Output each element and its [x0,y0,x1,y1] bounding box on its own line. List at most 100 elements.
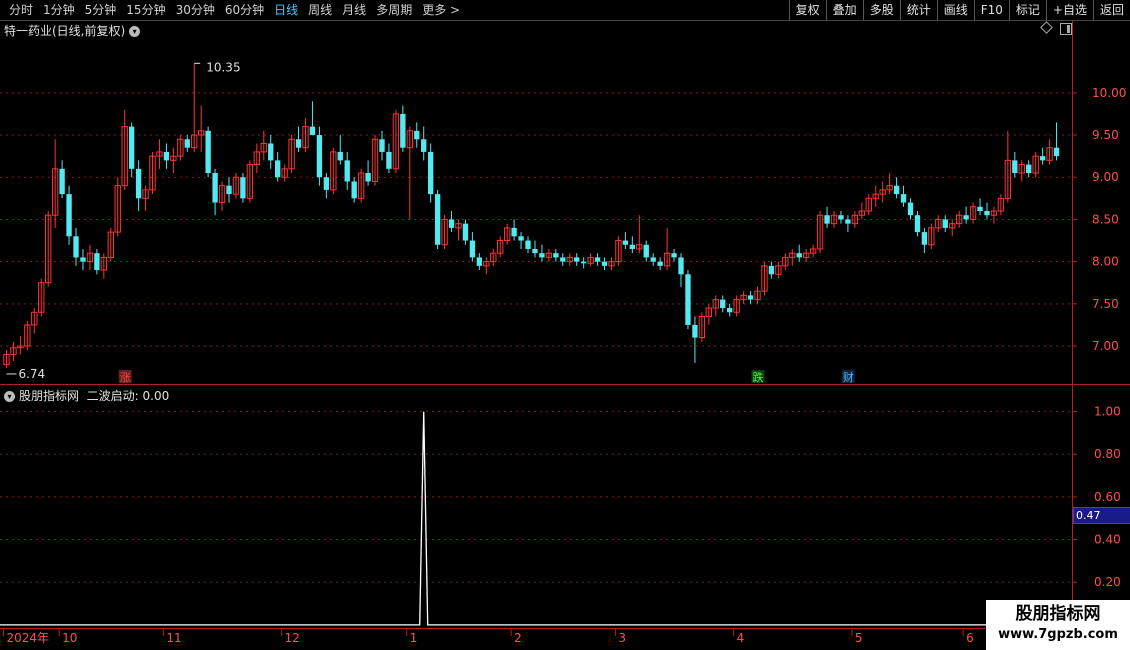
indicator-tick-label: 0.20 [1094,575,1121,589]
candle-body [66,194,72,237]
candle-body [421,139,427,152]
indicator-title: 股朋指标网 [19,389,80,403]
candle-body [469,240,476,258]
candle-body [747,295,754,300]
candle-body [900,194,907,203]
candle-body [1026,164,1032,174]
candle-body [643,244,649,258]
candle-body [94,253,100,271]
candle-body [379,139,385,152]
candle-body [594,257,601,262]
candle-body [720,299,726,309]
indicator-tick-label: 0.40 [1094,533,1121,547]
candle-body [184,139,190,148]
time-tick-label: 12 [285,631,300,645]
candle-body [309,126,316,136]
time-tick-label: 5 [855,631,863,645]
candle-body [893,185,900,195]
candle-body [59,168,65,195]
candle-body [657,261,663,266]
candle-body [727,308,733,313]
candle-body [268,143,274,161]
current-value-badge: 0.47 [1073,507,1130,524]
candle-body [476,257,483,266]
watermark: 股朋指标网 www.7gpzb.com [986,600,1130,650]
candle-body [351,181,357,199]
indicator-header: ▾ 股朋指标网 二波启动: 0.00 [4,387,169,404]
watermark-line1: 股朋指标网 [1015,604,1101,624]
time-tick-label: 10 [62,631,77,645]
indicator-tick-label: 1.00 [1094,405,1121,419]
candle-body [678,257,684,275]
candle-body [539,253,545,258]
time-tick-label: 6 [966,631,974,645]
candle-body [344,160,350,182]
low-price-label: 6.74 [18,367,45,381]
time-tick-label: 4 [737,631,745,645]
candle-body [275,160,281,178]
candle-body [295,139,302,148]
candle-body [240,177,246,199]
candle-body [400,113,406,148]
event-marker: 财 [843,370,854,384]
candle-body [838,215,844,220]
candle-body [448,219,455,228]
candle-body [977,206,983,211]
candle-body [921,232,928,245]
candle-body [518,236,524,241]
candle-body [1039,156,1046,161]
candle-body [73,236,79,258]
price-tick-label: 8.50 [1092,212,1119,226]
candle-body [907,202,914,216]
candle-body [525,240,531,249]
candle-body [532,248,538,254]
candle-body [427,151,434,195]
candle-body [984,211,990,216]
candle-body [337,151,343,161]
candle-body [692,324,698,338]
watermark-line2: www.7gpzb.com [998,627,1118,642]
candle-body [650,257,656,262]
candle-body [434,194,441,245]
candle-body [462,223,469,241]
price-tick-label: 7.00 [1092,339,1119,353]
candle-body [845,219,851,224]
candle-body [671,253,677,258]
price-tick-label: 8.00 [1092,255,1119,269]
candle-body [914,215,921,233]
price-tick-label: 10.00 [1092,86,1126,100]
candle-body [942,219,948,228]
price-tick-label: 9.50 [1092,128,1119,142]
time-tick-label: 3 [618,631,626,645]
candle-body [601,261,608,266]
candle-body [205,130,211,174]
candle-body [796,253,802,258]
candle-body [414,130,420,140]
candle-body [824,215,830,224]
candle-body [1012,160,1018,174]
indicator-tick-label: 0.80 [1094,447,1121,461]
chevron-down-icon[interactable]: ▾ [4,391,15,402]
candle-body [386,151,392,169]
candle-body [80,257,86,262]
candle-body [135,168,142,199]
candle-body [553,253,559,258]
kline-chart[interactable]: 10.00 9.50 9.00 8.50 8.00 7.50 7.00 1.00 0.80 0.6… [0,0,1130,650]
candle-body [128,126,135,169]
candle-body [629,244,636,249]
time-tick-label: 2024年 [6,631,49,645]
candle-body [1053,147,1060,157]
time-tick-label: 2 [514,631,522,645]
time-tick-label: 1 [410,631,418,645]
candle-body [560,257,566,262]
indicator-tick-label: 0.60 [1094,490,1121,504]
candle-body [323,177,330,190]
price-tick-label: 9.00 [1092,170,1119,184]
candle-body [163,151,170,161]
candle-body [511,227,517,237]
candle-body [685,274,691,325]
candle-body [365,173,371,182]
high-price-label: 10.35 [206,60,240,74]
indicator-line [0,411,1072,626]
time-tick-label: 11 [166,631,181,645]
